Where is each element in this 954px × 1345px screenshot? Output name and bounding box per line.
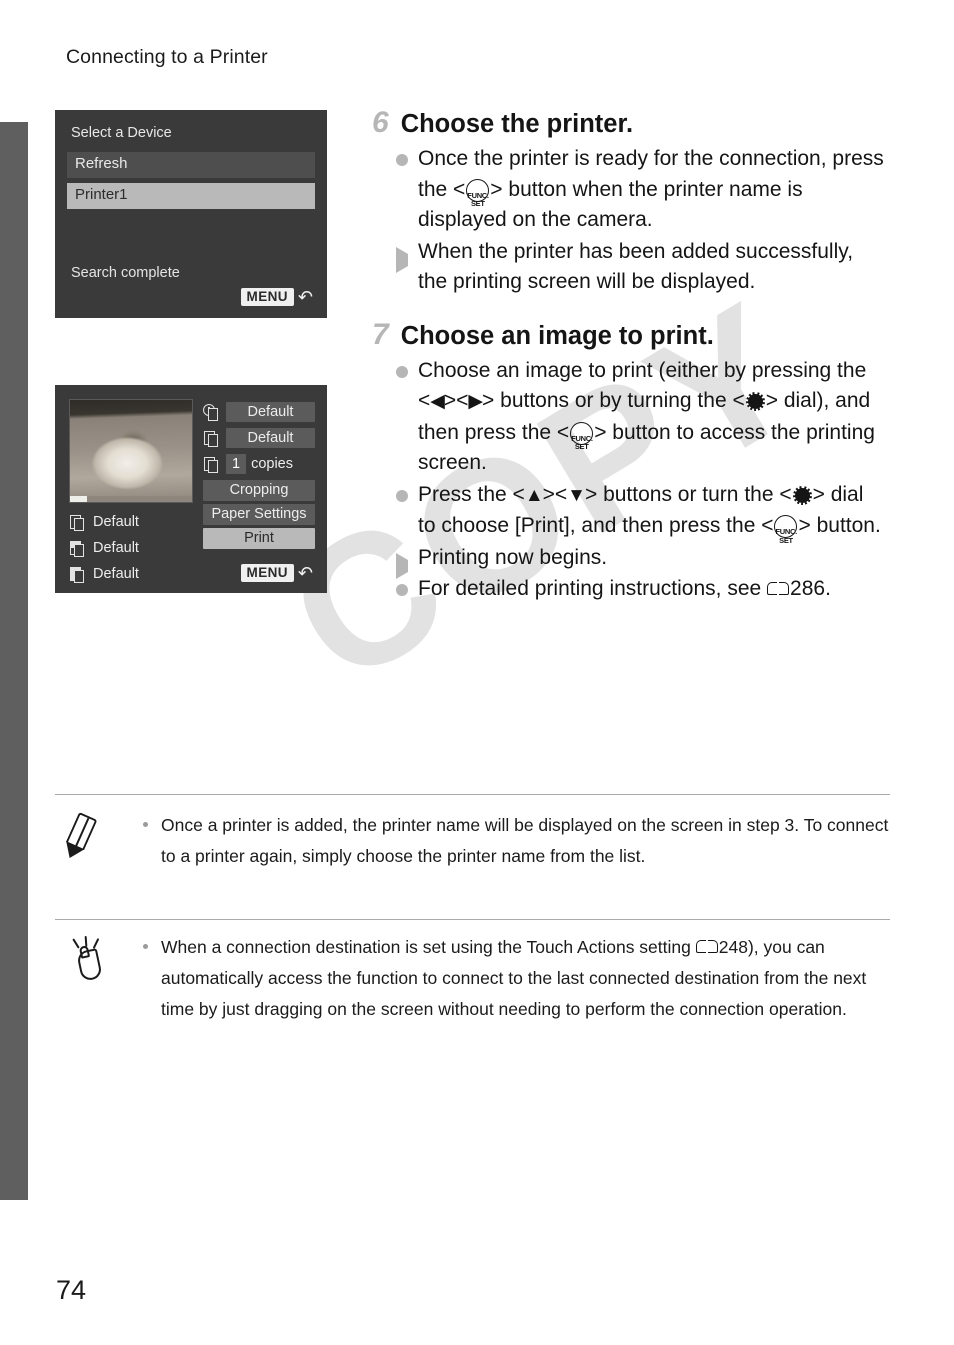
page-layout-row[interactable]: Default xyxy=(69,561,139,587)
step-6-heading: 6 Choose the printer. xyxy=(372,106,884,139)
bullet-dot-icon xyxy=(396,154,408,167)
copies-label: copies xyxy=(251,456,293,472)
date-imprint-value: Default xyxy=(226,402,315,422)
func-set-button-icon: FUNC. SET xyxy=(774,515,798,545)
paper-size-icon xyxy=(69,513,86,532)
left-arrow-icon: ◀ xyxy=(430,391,445,413)
page-layout-value: Default xyxy=(93,566,139,582)
note-tip-body: Once a printer is added, the printer nam… xyxy=(133,810,890,872)
image-optimize-value: Default xyxy=(226,428,315,448)
bullet-text: Printing now begins. xyxy=(418,545,608,569)
menu-back-badge[interactable]: MENU ↶ xyxy=(240,287,313,307)
step-6-bullets: Once the printer is ready for the connec… xyxy=(372,144,884,298)
back-arrow-icon: ↶ xyxy=(297,287,313,307)
bullet-text: For detailed printing instructions, see … xyxy=(418,577,831,601)
func-set-button-icon: FUNC. SET xyxy=(466,178,490,208)
func-set-button-icon: FUNC. SET xyxy=(570,421,594,451)
page-number: 74 xyxy=(56,1275,87,1305)
note-text: Once a printer is added, the printer nam… xyxy=(161,815,889,866)
down-arrow-icon: ▼ xyxy=(567,484,586,506)
print-button[interactable]: Print xyxy=(203,528,315,549)
print-settings-controls: Default Default 1 copies Cropping Paper … xyxy=(203,399,315,549)
date-imprint-row[interactable]: Default xyxy=(203,399,315,425)
bullet-dot-icon xyxy=(396,365,408,378)
book-reference-page: 248 xyxy=(718,937,748,957)
note-touch-body: When a connection destination is set usi… xyxy=(133,932,890,1025)
bullet-text: Choose an image to print (either by pres… xyxy=(418,358,875,475)
menu-button-chip: MENU xyxy=(240,288,294,306)
search-status-text: Search complete xyxy=(71,265,180,281)
up-arrow-icon: ▲ xyxy=(524,484,544,506)
menu-back-badge[interactable]: MENU ↶ xyxy=(240,563,313,583)
step-7: 7 Choose an image to print. Choose an im… xyxy=(372,317,884,605)
back-arrow-icon: ↶ xyxy=(297,563,313,583)
cropping-button[interactable]: Cropping xyxy=(203,480,315,501)
paper-settings-button[interactable]: Paper Settings xyxy=(203,504,315,525)
book-reference-icon xyxy=(767,581,790,597)
dog-photo-thumbnail xyxy=(69,399,193,503)
note-tip: Once a printer is added, the printer nam… xyxy=(55,810,890,872)
bullet-dot-icon xyxy=(396,489,408,502)
bullet-text: Press the <▲><▼> buttons or turn the < > … xyxy=(418,482,881,545)
device-list-item-label: Refresh xyxy=(75,155,128,172)
bullet-text: Once the printer is ready for the connec… xyxy=(418,147,884,232)
touch-finger-icon xyxy=(55,932,133,992)
paper-options-list: Default Default Default xyxy=(69,509,139,587)
device-list-item-refresh[interactable]: Refresh xyxy=(67,152,315,178)
copies-icon xyxy=(203,455,220,474)
pencil-icon xyxy=(55,810,133,870)
note-text: When a connection destination is set usi… xyxy=(161,937,867,1019)
step-7-bullets: Choose an image to print (either by pres… xyxy=(372,356,884,605)
note-divider-top xyxy=(55,794,890,795)
page-layout-icon xyxy=(69,565,86,584)
step-6: 6 Choose the printer. Once the printer i… xyxy=(372,108,884,298)
bullet-item: When the printer has been added successf… xyxy=(372,237,884,298)
step-title: Choose an image to print. xyxy=(400,321,714,350)
figure-select-device-screen: Select a Device Refresh Printer1 Search … xyxy=(55,110,327,318)
paper-type-icon xyxy=(69,539,86,558)
control-dial-icon xyxy=(792,485,812,505)
running-head: Connecting to a Printer xyxy=(66,46,268,68)
control-dial-icon xyxy=(745,392,765,412)
note-touch: When a connection destination is set usi… xyxy=(55,932,890,1025)
menu-button-chip: MENU xyxy=(240,564,294,582)
paper-size-row[interactable]: Default xyxy=(69,509,139,535)
step-7-heading: 7 Choose an image to print. xyxy=(372,317,884,351)
figure-print-settings-screen: Default Default Default Default Default xyxy=(55,385,327,593)
bullet-item: Printing now begins. xyxy=(372,543,884,579)
book-reference-page: 286 xyxy=(790,577,826,601)
image-optimize-icon xyxy=(203,429,220,448)
bullet-item: Once the printer is ready for the connec… xyxy=(372,144,884,236)
note-divider-bottom xyxy=(55,919,890,920)
copies-row[interactable]: 1 copies xyxy=(203,451,315,477)
note-bullet-icon xyxy=(143,944,148,949)
step-number: 6 xyxy=(372,106,389,139)
copies-count: 1 xyxy=(226,454,247,474)
select-device-title: Select a Device xyxy=(71,125,172,141)
date-imprint-icon xyxy=(203,403,220,422)
paper-type-row[interactable]: Default xyxy=(69,535,139,561)
note-bullet-icon xyxy=(143,822,148,827)
bullet-item: For detailed printing instructions, see … xyxy=(372,574,884,605)
bullet-item: Choose an image to print (either by pres… xyxy=(372,356,884,479)
chapter-edge-tab xyxy=(0,122,28,1200)
device-list-item-label: Printer1 xyxy=(75,186,128,203)
instruction-steps: 6 Choose the printer. Once the printer i… xyxy=(372,108,884,609)
bullet-dot-icon xyxy=(396,584,408,597)
step-number: 7 xyxy=(372,317,389,351)
bullet-item: Press the <▲><▼> buttons or turn the < > … xyxy=(372,480,884,545)
paper-size-value: Default xyxy=(93,514,139,530)
device-list-item-printer1[interactable]: Printer1 xyxy=(67,183,315,209)
book-reference-icon xyxy=(695,939,718,955)
right-arrow-icon: ▶ xyxy=(468,391,483,413)
bullet-triangle-icon xyxy=(396,246,420,273)
step-title: Choose the printer. xyxy=(400,110,634,138)
paper-type-value: Default xyxy=(93,540,139,556)
image-optimize-row[interactable]: Default xyxy=(203,425,315,451)
bullet-text: When the printer has been added successf… xyxy=(418,239,854,294)
